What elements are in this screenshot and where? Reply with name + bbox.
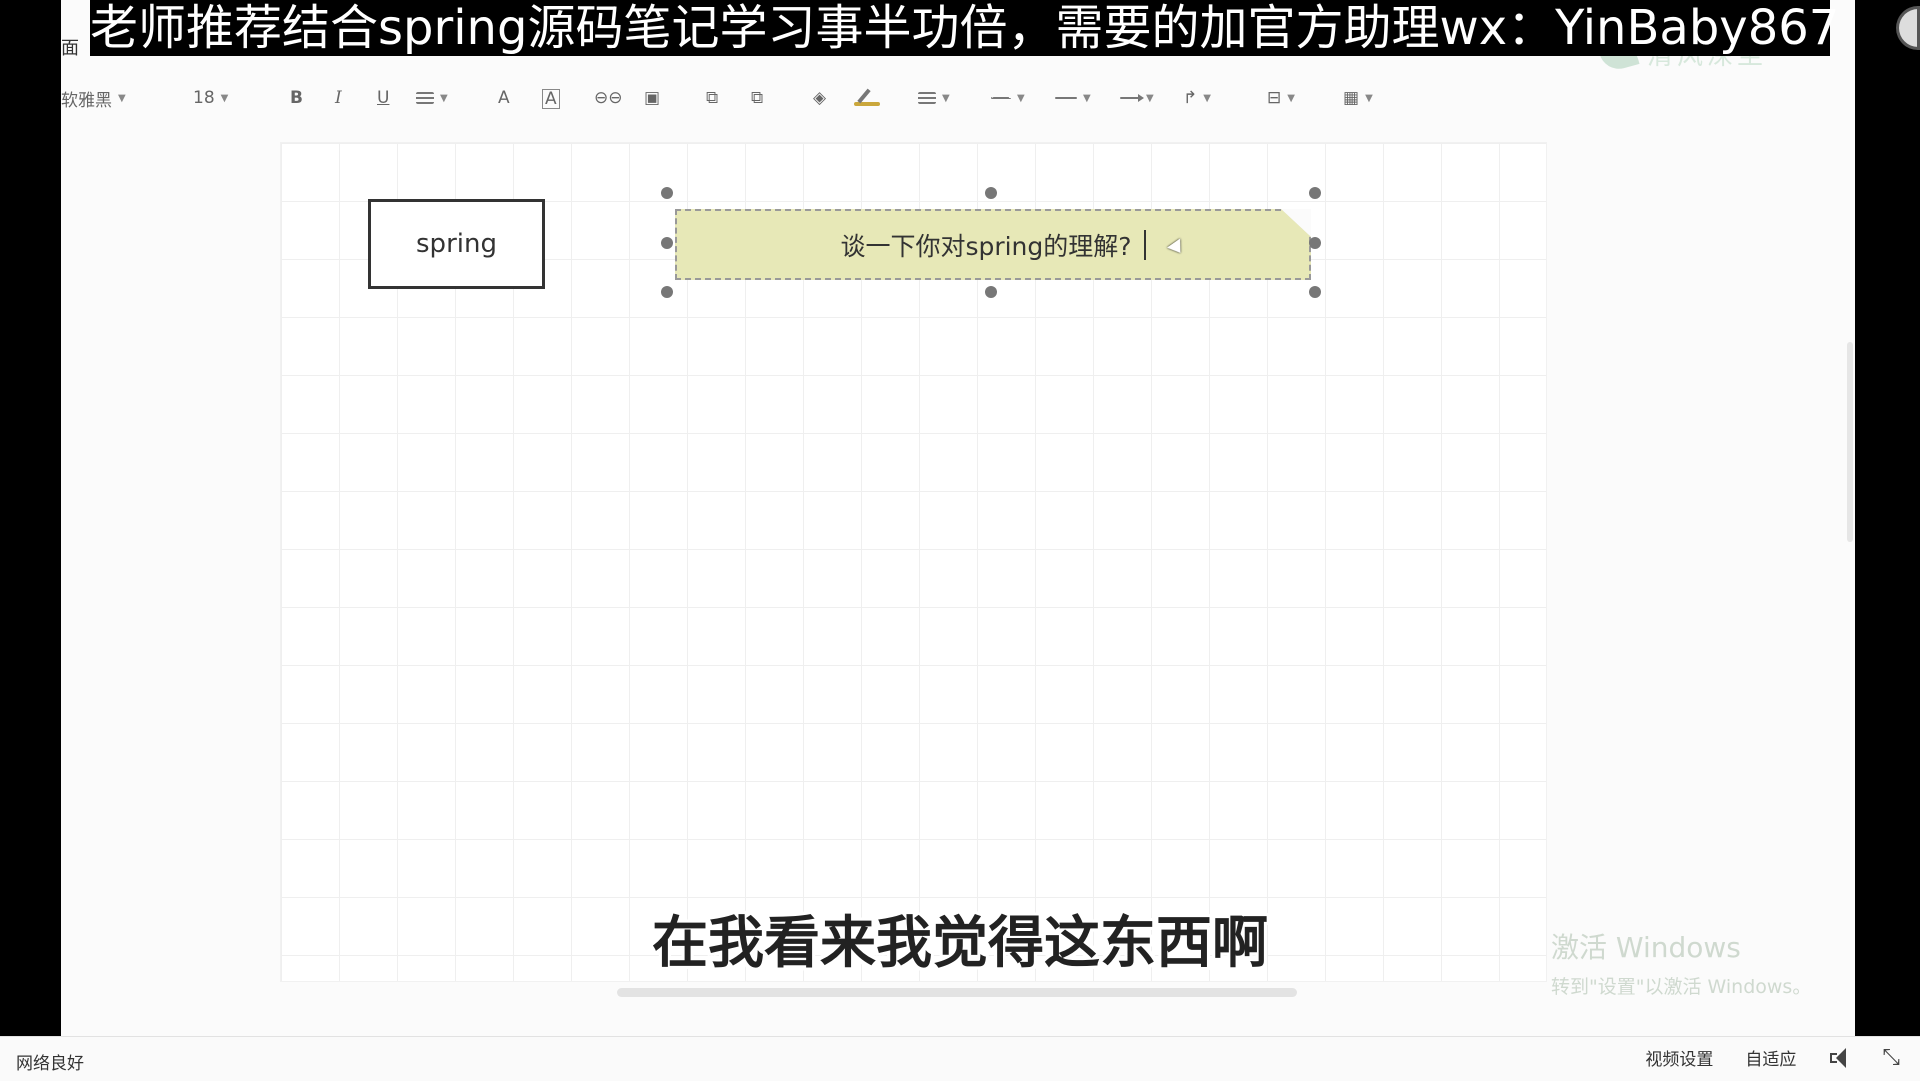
text-bg-color-button[interactable]: A (542, 89, 560, 109)
promo-banner: 老师推荐结合spring源码笔记学习事半功倍，需要的加官方助理wx：YinBab… (90, 0, 1840, 56)
resize-handle-n[interactable] (985, 187, 997, 199)
font-size-select[interactable]: 18 ▼ (193, 85, 228, 111)
volume-icon[interactable] (1828, 1047, 1850, 1069)
chevron-down-icon: ▼ (1203, 92, 1211, 104)
chevron-down-icon: ▼ (1146, 92, 1154, 104)
line-icon (1055, 97, 1077, 99)
align-icon (416, 92, 434, 104)
group-button[interactable]: ⧉ (706, 85, 718, 111)
ungroup-button[interactable]: ⧉ (751, 85, 763, 111)
position-dropdown[interactable]: ⊟ ▼ (1267, 85, 1295, 111)
text-caret (1143, 229, 1146, 260)
link-button[interactable]: ⊖⊖ (594, 85, 623, 111)
menu-item[interactable]: 面 (61, 34, 79, 60)
font-color-button[interactable]: A (498, 85, 510, 111)
bold-button[interactable]: B (290, 85, 303, 111)
line-color-button[interactable] (854, 85, 880, 111)
dashed-line-icon (991, 97, 1011, 99)
exit-fullscreen-icon[interactable]: ⤡ (1882, 1045, 1900, 1070)
table-dropdown[interactable]: ▦ ▼ (1343, 85, 1373, 111)
resize-handle-s[interactable] (985, 286, 997, 298)
chevron-down-icon: ▼ (942, 92, 950, 104)
image-button[interactable]: ▣ (644, 85, 660, 111)
resize-handle-w[interactable] (661, 237, 673, 249)
arrow-icon (1120, 94, 1144, 102)
resize-handle-e[interactable] (1309, 237, 1321, 249)
resize-handle-sw[interactable] (661, 286, 673, 298)
letterbox-right (1855, 0, 1920, 1036)
note-text: 谈一下你对spring的理解? (840, 231, 1132, 261)
resize-handle-ne[interactable] (1309, 187, 1321, 199)
pen-icon (854, 102, 880, 106)
font-family-select[interactable]: 软雅黑 ▼ (61, 85, 126, 111)
line-type-dropdown[interactable]: ▼ (1055, 85, 1091, 111)
connector-icon: ↱ (1183, 88, 1198, 108)
line-width-dropdown[interactable]: ▼ (918, 85, 950, 111)
letterbox-left (0, 0, 61, 1036)
question-note[interactable]: 谈一下你对spring的理解? (675, 209, 1311, 280)
vertical-scrollbar[interactable] (1847, 342, 1853, 542)
italic-button[interactable]: I (335, 85, 342, 111)
player-controls: 视频设置 自适应 ⤡ (1645, 1045, 1900, 1070)
note-fold-corner (1281, 209, 1311, 237)
video-subtitle: 在我看来我觉得这东西啊 (652, 911, 1268, 976)
chevron-down-icon: ▼ (118, 92, 126, 104)
chevron-down-icon: ▼ (1287, 92, 1295, 104)
chevron-down-icon: ▼ (220, 92, 229, 104)
arrow-style-dropdown[interactable]: ▼ (1120, 85, 1154, 111)
format-toolbar: 软雅黑 ▼ 18 ▼ B I U ▼ A A ⊖⊖ ▣ ⧉ ⧉ ◈ ▼ ▼ ▼ ▼ … (61, 80, 1855, 116)
align-dropdown[interactable]: ▼ (416, 85, 448, 111)
line-width-icon (918, 92, 936, 104)
chevron-down-icon: ▼ (1365, 92, 1373, 104)
adaptive-quality-button[interactable]: 自适应 (1745, 1045, 1796, 1070)
chevron-down-icon: ▼ (1083, 92, 1091, 104)
resize-handle-se[interactable] (1309, 286, 1321, 298)
network-status: 网络良好 (16, 1054, 84, 1074)
underline-button[interactable]: U (377, 85, 389, 111)
connector-dropdown[interactable]: ↱ ▼ (1183, 85, 1211, 111)
fill-color-button[interactable]: ◈ (813, 85, 826, 111)
chevron-down-icon: ▼ (440, 92, 448, 104)
position-icon: ⊟ (1267, 88, 1282, 108)
font-size-value: 18 (193, 88, 215, 108)
app-screen: 面 清风深至 软雅黑 ▼ 18 ▼ B I U ▼ A A ⊖⊖ ▣ ⧉ ⧉ ◈ ▼… (61, 0, 1855, 1036)
resize-handle-nw[interactable] (661, 187, 673, 199)
font-family-value: 软雅黑 (61, 90, 112, 111)
table-icon: ▦ (1343, 88, 1360, 108)
horizontal-scrollbar[interactable] (617, 988, 1297, 997)
spring-node[interactable]: spring (368, 199, 545, 289)
video-settings-button[interactable]: 视频设置 (1645, 1045, 1713, 1070)
line-style-dropdown[interactable]: ▼ (991, 85, 1025, 111)
player-control-bar: 网络良好 视频设置 自适应 ⤡ (0, 1036, 1920, 1081)
chevron-down-icon: ▼ (1017, 92, 1025, 104)
